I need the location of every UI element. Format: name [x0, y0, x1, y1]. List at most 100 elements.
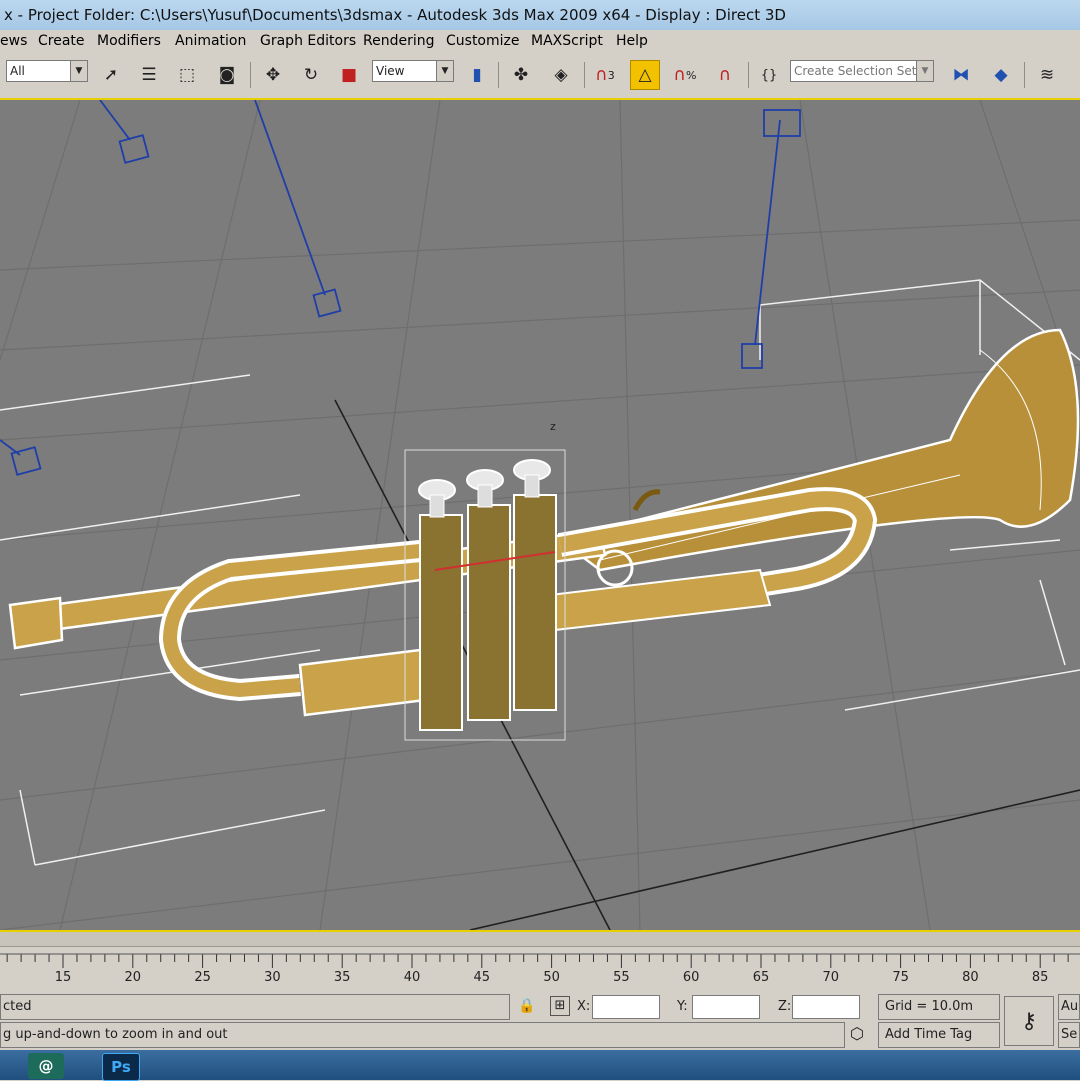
photoshop-taskbar-icon[interactable]: Ps [102, 1053, 140, 1081]
angle-snap-button[interactable]: △ [630, 60, 660, 90]
timeline-tick-label: 75 [892, 970, 909, 985]
viewport-scene: z [0, 100, 1080, 930]
grid-status: Grid = 10.0m [878, 994, 1000, 1020]
chevron-down-icon: ▼ [70, 61, 87, 81]
percent-snap-button[interactable]: ∩% [670, 60, 700, 90]
timeline-tick-label: 45 [473, 970, 491, 985]
move-icon: ✥ [265, 65, 281, 85]
layers-icon: ≋ [1039, 65, 1055, 85]
scale-button[interactable]: ■ [334, 60, 364, 90]
set-key-button[interactable]: ⚷ [1004, 996, 1054, 1046]
prompt-text: g up-and-down to zoom in and out [3, 1027, 228, 1042]
menu-maxscript[interactable]: MAXScript [531, 30, 603, 52]
timeline-tick-label: 15 [54, 970, 72, 985]
trumpet-mouthpiece [8, 596, 64, 650]
auto-key-button[interactable]: Au [1058, 994, 1080, 1020]
chevron-down-icon: ▼ [916, 61, 933, 81]
scale-icon: ■ [340, 65, 358, 85]
x-label: X: [577, 999, 591, 1014]
cube-icon: ◈ [554, 65, 568, 85]
x-coordinate-field[interactable] [592, 995, 660, 1019]
perspective-viewport[interactable]: z [0, 98, 1080, 932]
trumpet-wireframe [8, 328, 1080, 741]
key-icon: ⚷ [1020, 1008, 1038, 1034]
timeline-tick-label: 20 [124, 970, 142, 985]
add-time-tag-button[interactable]: Add Time Tag [878, 1022, 1000, 1048]
rotate-button[interactable]: ↻ [296, 60, 326, 90]
select-object-button[interactable]: ➚ [96, 60, 126, 90]
reference-coordinate-value: View [376, 64, 405, 78]
trumpet-valves [418, 459, 557, 731]
menu-modifiers[interactable]: Modifiers [97, 30, 161, 52]
cursor-arrow-icon: ➚ [103, 65, 119, 85]
y-coordinate-field[interactable] [692, 995, 760, 1019]
windows-taskbar: @ Ps [0, 1050, 1080, 1081]
timeline-tick-label: 30 [264, 970, 281, 985]
lock-icon[interactable]: 🔒 [518, 998, 535, 1014]
timeline-tick-label: 60 [682, 970, 700, 985]
align-button[interactable]: ◆ [986, 60, 1016, 90]
timeline-tick-label: 40 [403, 970, 421, 985]
trumpet-lower-slide [298, 648, 427, 717]
select-manipulate-button[interactable]: ✤ [506, 60, 536, 90]
menu-animation[interactable]: Animation [175, 30, 246, 52]
menu-help[interactable]: Help [616, 30, 648, 52]
axis-z-label: z [550, 420, 556, 433]
set-key-mode-button[interactable]: Se [1058, 1022, 1080, 1048]
trumpet-third-slide [548, 568, 772, 632]
3dsmax-taskbar-icon[interactable]: @ [28, 1053, 64, 1079]
menu-views[interactable]: ews [0, 30, 27, 52]
percent-snap-label: % [686, 68, 697, 82]
selection-status: cted [0, 994, 510, 1020]
angle-snap-icon: △ [638, 65, 652, 85]
menu-customize[interactable]: Customize [446, 30, 520, 52]
main-toolbar: All ▼ ➚ ☰ ⬚ ◙ ✥ ↻ ■ View ▼ ▮ ✤ ◈ ∩ 3 △ ∩%… [0, 52, 1080, 99]
window-crossing-button[interactable]: ◙ [212, 60, 242, 90]
selection-set-placeholder: Create Selection Set [794, 64, 917, 78]
layer-manager-button[interactable]: ≋ [1032, 60, 1062, 90]
menu-graph-editors[interactable]: Graph Editors [260, 30, 356, 52]
menu-bar: ews Create Modifiers Animation Graph Edi… [0, 30, 1080, 52]
rotate-icon: ↻ [303, 65, 319, 85]
snap-toggle-button[interactable]: ∩ 3 [590, 60, 620, 90]
rectangular-selection-button[interactable]: ⬚ [172, 60, 202, 90]
spiral-icon: @ [38, 1057, 54, 1075]
named-selection-set-dropdown[interactable]: Create Selection Set ▼ [790, 60, 934, 82]
mirror-button[interactable]: ⧓ [946, 60, 976, 90]
absolute-mode-icon[interactable]: ⊞ [550, 996, 570, 1016]
add-time-tag-label: Add Time Tag [885, 1027, 973, 1042]
snap-label: 3 [607, 68, 615, 82]
selection-filter-dropdown[interactable]: All ▼ [6, 60, 88, 82]
time-tag-icon[interactable]: ⬡ [850, 1024, 864, 1043]
z-label: Z: [778, 999, 792, 1014]
window-crossing-icon: ◙ [218, 65, 236, 85]
spinner-snap-button[interactable]: ∩ [710, 60, 740, 90]
prompt-line: g up-and-down to zoom in and out [0, 1022, 845, 1048]
menu-rendering[interactable]: Rendering [363, 30, 435, 52]
pivot-icon: ▮ [472, 65, 482, 85]
title-bar: x - Project Folder: C:\Users\Yusuf\Docum… [0, 0, 1080, 30]
reference-coordinate-dropdown[interactable]: View ▼ [372, 60, 454, 82]
edit-named-selection-button[interactable]: {} [754, 60, 784, 90]
select-by-name-button[interactable]: ☰ [134, 60, 164, 90]
percent-magnet-icon: ∩ [673, 65, 686, 85]
timeline[interactable]: 15 20 25 30 35 40 45 50 55 60 65 70 75 80 85 [0, 932, 1080, 994]
window-title: x - Project Folder: C:\Users\Yusuf\Docum… [4, 6, 786, 24]
spinner-snap-icon: ∩ [718, 65, 732, 85]
auto-key-label: Au [1061, 999, 1079, 1014]
y-label: Y: [677, 999, 688, 1014]
grid-status-text: Grid = 10.0m [885, 999, 974, 1014]
move-button[interactable]: ✥ [258, 60, 288, 90]
timeline-tick-label: 35 [333, 970, 351, 985]
magnet-icon: ∩ [595, 65, 608, 85]
trumpet-thumb-hook [632, 489, 661, 512]
timeline-tick-label: 50 [543, 970, 560, 985]
keyboard-shortcut-button[interactable]: ◈ [546, 60, 576, 90]
menu-create[interactable]: Create [38, 30, 85, 52]
rectangle-marquee-icon: ⬚ [178, 65, 196, 85]
pivot-center-button[interactable]: ▮ [462, 60, 492, 90]
timeline-tick-label: 65 [752, 970, 770, 985]
z-coordinate-field[interactable] [792, 995, 860, 1019]
named-selection-icon: {} [760, 67, 778, 83]
timeline-tick-label: 55 [613, 970, 630, 985]
